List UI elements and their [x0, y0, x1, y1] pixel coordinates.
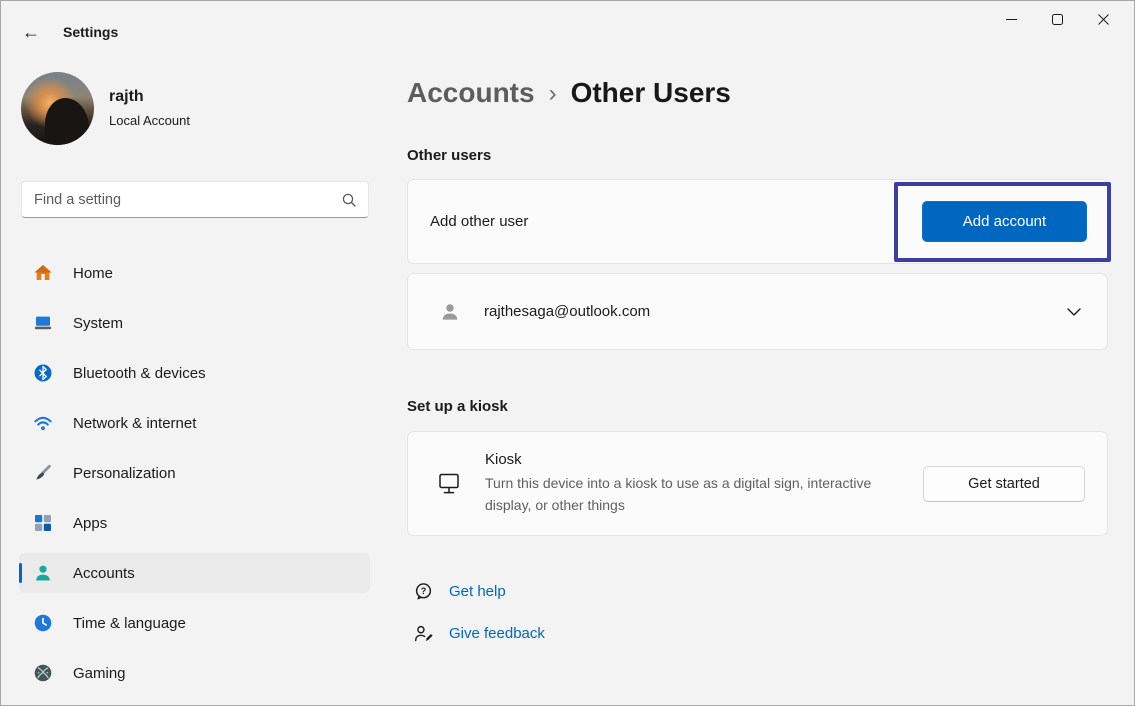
kiosk-title: Kiosk — [485, 451, 877, 468]
minimize-icon — [1006, 14, 1017, 25]
search-box — [21, 181, 369, 218]
sidebar-item-bluetooth[interactable]: Bluetooth & devices — [19, 353, 370, 393]
sidebar-item-label: Network & internet — [73, 415, 196, 432]
avatar — [21, 72, 94, 145]
bluetooth-icon — [33, 363, 53, 383]
svg-text:?: ? — [421, 586, 427, 596]
other-users-heading: Other users — [407, 147, 491, 164]
sidebar-item-system[interactable]: System — [19, 303, 370, 343]
accounts-icon — [33, 563, 53, 583]
sidebar-item-personalization[interactable]: Personalization — [19, 453, 370, 493]
give-feedback-row: Give feedback — [413, 623, 545, 644]
sidebar-item-accounts[interactable]: Accounts — [19, 553, 370, 593]
close-icon — [1098, 14, 1109, 25]
kiosk-icon — [436, 471, 462, 497]
apps-icon — [33, 513, 53, 533]
get-started-button[interactable]: Get started — [923, 466, 1085, 502]
sidebar-item-time-language[interactable]: Time & language — [19, 603, 370, 643]
network-icon — [33, 413, 53, 433]
add-account-button[interactable]: Add account — [922, 201, 1087, 242]
personalization-icon — [33, 463, 53, 483]
sidebar-item-label: Time & language — [73, 615, 186, 632]
main-content: Accounts › Other Users Other users Add o… — [407, 49, 1108, 706]
gaming-icon — [33, 663, 53, 683]
breadcrumb-accounts[interactable]: Accounts — [407, 77, 535, 109]
back-button[interactable]: ← — [15, 16, 47, 48]
close-button[interactable] — [1080, 1, 1126, 37]
sidebar-item-network[interactable]: Network & internet — [19, 403, 370, 443]
sidebar-item-label: Gaming — [73, 665, 126, 682]
person-icon — [438, 300, 462, 324]
chevron-down-icon[interactable] — [1067, 308, 1081, 316]
home-icon — [33, 263, 53, 283]
sidebar-item-home[interactable]: Home — [19, 253, 370, 293]
add-other-user-card: Add other user Add account — [407, 179, 1108, 264]
sidebar-item-gaming[interactable]: Gaming — [19, 653, 370, 693]
breadcrumb-separator-icon: › — [549, 78, 557, 108]
system-icon — [33, 313, 53, 333]
kiosk-heading: Set up a kiosk — [407, 398, 508, 415]
sidebar-item-label: Home — [73, 265, 113, 282]
sidebar-item-label: Bluetooth & devices — [73, 365, 206, 382]
time-language-icon — [33, 613, 53, 633]
breadcrumb: Accounts › Other Users — [407, 77, 731, 109]
sidebar-item-apps[interactable]: Apps — [19, 503, 370, 543]
get-help-link[interactable]: Get help — [449, 583, 506, 600]
sidebar-item-label: Accounts — [73, 565, 135, 582]
user-name: rajth — [109, 88, 144, 106]
sidebar-item-label: System — [73, 315, 123, 332]
get-help-icon: ? — [413, 581, 434, 602]
maximize-icon — [1052, 14, 1063, 25]
add-other-user-label: Add other user — [430, 213, 528, 230]
kiosk-text: Kiosk Turn this device into a kiosk to u… — [485, 451, 877, 516]
give-feedback-link[interactable]: Give feedback — [449, 625, 545, 642]
kiosk-description: Turn this device into a kiosk to use as … — [485, 473, 877, 516]
window-controls — [988, 1, 1126, 37]
sidebar-nav: Home System Bluetooth & devices Network … — [19, 253, 370, 703]
minimize-button[interactable] — [988, 1, 1034, 37]
search-input[interactable] — [22, 182, 368, 217]
sidebar-item-label: Personalization — [73, 465, 176, 482]
sidebar-item-label: Apps — [73, 515, 107, 532]
maximize-button[interactable] — [1034, 1, 1080, 37]
kiosk-card: Kiosk Turn this device into a kiosk to u… — [407, 431, 1108, 536]
account-row-card[interactable]: rajthesaga@outlook.com — [407, 273, 1108, 350]
selection-indicator — [19, 563, 22, 583]
search-icon — [341, 192, 357, 208]
settings-window: ← Settings rajth Local Account Home — [0, 0, 1135, 706]
window-title: Settings — [63, 24, 118, 40]
breadcrumb-other-users: Other Users — [571, 77, 731, 109]
get-help-row: ? Get help — [413, 581, 506, 602]
account-type: Local Account — [109, 113, 190, 128]
account-email: rajthesaga@outlook.com — [484, 303, 650, 320]
give-feedback-icon — [413, 623, 434, 644]
